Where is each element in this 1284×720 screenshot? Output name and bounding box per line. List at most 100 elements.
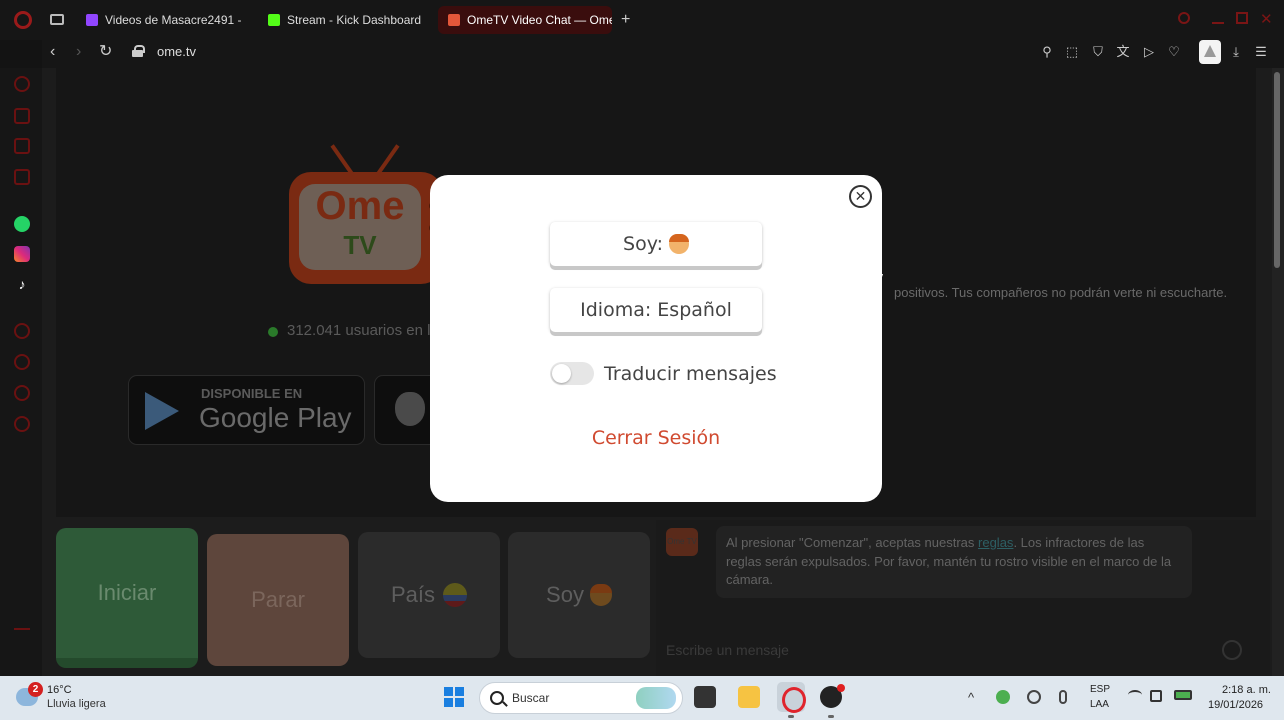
country-button[interactable]: País — [358, 532, 500, 658]
gender-button[interactable]: Soy — [508, 532, 650, 658]
onedrive-icon[interactable] — [1027, 690, 1041, 704]
maximize-button[interactable] — [1236, 12, 1248, 24]
messenger-icon[interactable] — [14, 138, 30, 154]
taskbar-search[interactable]: Buscar — [479, 682, 683, 714]
pin-icon[interactable]: ⚲ — [1040, 45, 1054, 59]
weather-description[interactable]: Lluvia ligera — [47, 698, 106, 710]
task-view-icon[interactable] — [694, 686, 716, 708]
windows-start-icon[interactable] — [444, 687, 464, 707]
player-sidebar-icon[interactable] — [14, 323, 30, 339]
lock-icon[interactable] — [132, 45, 145, 57]
translate-icon[interactable]: 文 — [1116, 45, 1130, 59]
online-status-dot — [268, 327, 278, 337]
tab-ometv[interactable]: OmeTV Video Chat — Ome — [438, 6, 612, 34]
search-placeholder: Buscar — [512, 691, 550, 705]
whatsapp-icon[interactable] — [14, 216, 30, 232]
easy-setup-icon[interactable]: ☰ — [1254, 45, 1268, 59]
minimize-button[interactable] — [1212, 22, 1224, 24]
win-pane — [444, 698, 453, 707]
opera-taskbar-icon[interactable] — [777, 682, 806, 713]
opera-sidebar: ♪ — [0, 68, 42, 676]
apple-icon — [395, 392, 425, 426]
colombia-flag-icon — [443, 583, 468, 607]
mouse-cursor — [877, 274, 883, 292]
win-pane — [444, 687, 453, 696]
logo-antenna-left — [330, 144, 356, 178]
forward-button[interactable]: › — [76, 44, 81, 60]
close-window-button[interactable]: ✕ — [1260, 10, 1273, 28]
pin-sidebar-icon[interactable] — [14, 592, 30, 608]
tray-chevron-icon[interactable]: ^ — [968, 690, 974, 705]
start-label: Iniciar — [97, 580, 157, 605]
language-select-label: Idioma: Español — [580, 299, 732, 321]
stop-button[interactable]: Parar — [207, 534, 349, 666]
stop-label: Parar — [251, 587, 305, 612]
rules-link[interactable]: reglas — [978, 535, 1013, 550]
vpn-shield-icon[interactable]: ⛉ — [1091, 45, 1105, 59]
tab-title: Videos de Masacre2491 - — [105, 13, 242, 27]
snapshot-icon[interactable]: ⬚ — [1065, 45, 1079, 59]
gender-select-button[interactable]: Soy: — [550, 222, 762, 266]
logout-link[interactable]: Cerrar Sesión — [430, 427, 882, 449]
new-tab-button[interactable]: + — [621, 12, 630, 28]
microphone-icon[interactable] — [1059, 690, 1067, 704]
camera-notice: positivos. Tus compañeros no podrán vert… — [894, 285, 1228, 300]
heart-icon[interactable]: ♡ — [1167, 45, 1181, 59]
tab-twitch[interactable]: Videos de Masacre2491 - — [76, 6, 246, 34]
sidebar-toggle-icon[interactable] — [14, 622, 30, 630]
file-explorer-icon[interactable] — [738, 686, 760, 708]
logo-antenna-right — [374, 144, 400, 178]
download-icon[interactable]: ⤓ — [1229, 45, 1243, 59]
instagram-icon[interactable] — [14, 246, 30, 262]
wifi-icon[interactable] — [1128, 690, 1142, 700]
tab-search-icon[interactable] — [1178, 12, 1190, 24]
workspaces-icon[interactable] — [14, 108, 30, 124]
close-icon[interactable]: ✕ — [849, 185, 872, 208]
gender-label: Soy — [546, 582, 584, 607]
history-icon[interactable] — [14, 354, 30, 370]
volume-icon[interactable] — [1150, 690, 1162, 702]
clock-date[interactable]: 19/01/2026 — [1208, 699, 1263, 711]
windows-taskbar: 2 16°C Lluvia ligera Buscar ^ ESP LAA 2:… — [0, 676, 1284, 720]
google-play-small-text: DISPONIBLE EN — [201, 386, 303, 401]
back-button[interactable]: ‹ — [50, 44, 55, 60]
chat-input[interactable]: Escribe un mensaje — [666, 642, 789, 658]
search-icon — [490, 691, 504, 705]
language-code[interactable]: ESP — [1090, 684, 1110, 695]
weather-temperature[interactable]: 16°C — [47, 684, 72, 696]
reload-button[interactable]: ↻ — [99, 44, 112, 60]
clock-time[interactable]: 2:18 a. m. — [1222, 684, 1271, 696]
scroll-thumb[interactable] — [1274, 72, 1280, 268]
users-online-count: 312.041 usuarios en l — [287, 322, 431, 339]
google-play-badge[interactable]: DISPONIBLE EN Google Play — [128, 375, 365, 445]
system-message: Al presionar "Comenzar", aceptas nuestra… — [716, 526, 1192, 598]
win-pane — [455, 687, 464, 696]
social-icon[interactable] — [14, 169, 30, 185]
aria-extension-icon[interactable] — [1199, 40, 1221, 64]
boy-emoji-icon — [668, 234, 689, 254]
opera-menu-icon[interactable] — [14, 11, 32, 29]
settings-icon[interactable] — [14, 416, 30, 432]
player-icon[interactable]: ▷ — [1142, 45, 1156, 59]
keyboard-layout[interactable]: LAA — [1090, 699, 1109, 710]
logo-text-tv: TV — [343, 230, 377, 260]
page-scrollbar[interactable] — [1272, 68, 1284, 676]
win-pane — [455, 698, 464, 707]
chat-panel: Ome TV Al presionar "Comenzar", aceptas … — [656, 520, 1270, 676]
tray-app-icon[interactable] — [996, 690, 1010, 704]
google-play-big-text: Google Play — [199, 402, 352, 433]
translate-toggle[interactable] — [550, 362, 594, 385]
pinboard-icon[interactable] — [14, 385, 30, 401]
logo-text-ome: Ome — [315, 184, 405, 228]
emoji-picker-icon[interactable] — [1222, 640, 1242, 660]
start-button[interactable]: Iniciar — [56, 528, 198, 668]
translate-label: Traducir mensajes — [604, 363, 777, 385]
language-select-button[interactable]: Idioma: Español — [550, 288, 762, 332]
country-label: País — [390, 582, 436, 607]
aria-icon[interactable] — [14, 76, 30, 92]
tiktok-icon[interactable]: ♪ — [14, 276, 30, 292]
tab-kick[interactable]: Stream - Kick Dashboard — [258, 6, 430, 34]
tab-switcher-icon[interactable] — [50, 14, 64, 25]
battery-icon[interactable] — [1174, 690, 1192, 700]
url-field[interactable]: ome.tv — [157, 44, 196, 59]
